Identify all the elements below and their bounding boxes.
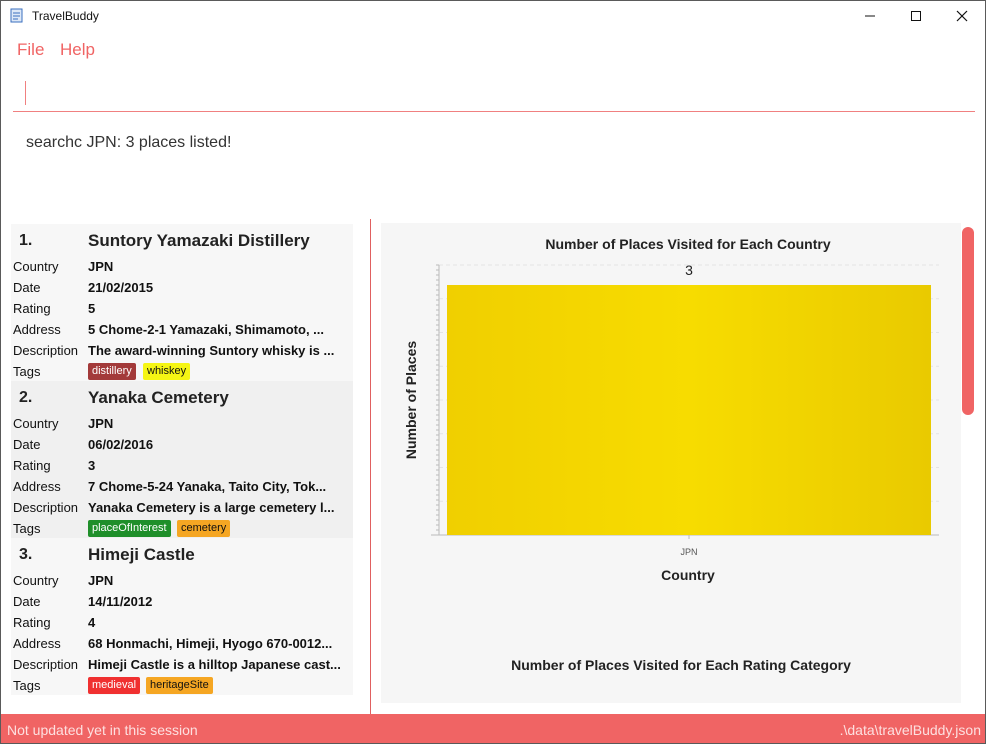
rating-label: Rating — [13, 615, 51, 630]
tag-heritage-site: heritageSite — [146, 677, 213, 694]
menu-file[interactable]: File — [17, 40, 44, 60]
rating-value: 3 — [88, 458, 96, 473]
date-value: 21/02/2015 — [88, 280, 154, 295]
chart-scrollbar[interactable] — [962, 227, 974, 415]
status-bar: Not updated yet in this session .\data\t… — [1, 714, 985, 743]
bar-data-label: 3 — [685, 262, 693, 278]
menu-bar: File Help — [1, 31, 985, 67]
tag-distillery: distillery — [88, 363, 136, 380]
date-value: 14/11/2012 — [88, 594, 153, 609]
chart-title: Number of Places Visited for Each Countr… — [545, 236, 830, 252]
close-button[interactable] — [939, 1, 985, 31]
country-bar-chart: Number of Places Visited for Each Countr… — [403, 236, 939, 673]
place-card[interactable]: 2. Yanaka Cemetery Country JPN Date 06/0… — [11, 381, 353, 538]
tag-medieval: medieval — [88, 677, 141, 694]
country-value: JPN — [88, 416, 114, 431]
country-value: JPN — [88, 573, 114, 588]
country-label: Country — [13, 416, 59, 431]
description-value: Himeji Castle is a hilltop Japanese cast… — [88, 657, 341, 672]
tag-whiskey: whiskey — [143, 363, 191, 380]
maximize-button[interactable] — [893, 1, 939, 31]
status-message: Not updated yet in this session — [7, 722, 198, 738]
rating-value: 4 — [88, 615, 96, 630]
app-icon — [10, 8, 23, 23]
place-index: 1. — [19, 232, 33, 249]
chart-panel: Number of Places Visited for Each Countr… — [381, 223, 961, 703]
date-value: 06/02/2016 — [88, 437, 154, 452]
rating-label: Rating — [13, 458, 51, 473]
rating-value: 5 — [88, 301, 96, 316]
minimize-button[interactable] — [847, 1, 893, 31]
description-value: Yanaka Cemetery is a large cemetery l... — [88, 500, 335, 515]
tags-label: Tags — [13, 364, 41, 379]
country-value: JPN — [88, 259, 114, 274]
place-name: Yanaka Cemetery — [88, 388, 229, 407]
bar-JPN[interactable] — [447, 285, 931, 535]
tag-place-of-interest: placeOfInterest — [88, 520, 171, 537]
command-input[interactable] — [13, 73, 975, 112]
address-label: Address — [13, 636, 61, 651]
address-value: 7 Chome-5-24 Yanaka, Taito City, Tok... — [88, 479, 327, 494]
result-message: searchc JPN: 3 places listed! — [26, 134, 232, 151]
text-caret — [25, 81, 26, 105]
place-card[interactable]: 1. Suntory Yamazaki Distillery Country J… — [11, 224, 353, 381]
close-icon — [956, 10, 968, 22]
country-label: Country — [13, 573, 59, 588]
address-label: Address — [13, 479, 61, 494]
place-card[interactable]: 3. Himeji Castle Country JPN Date 14/11/… — [11, 538, 353, 695]
tags-label: Tags — [13, 521, 41, 536]
save-location: .\data\travelBuddy.json — [839, 722, 981, 738]
country-label: Country — [13, 259, 59, 274]
description-label: Description — [13, 657, 79, 672]
address-value: 68 Honmachi, Himeji, Hyogo 670-0012... — [88, 636, 333, 651]
plot-area: 3 JPN — [431, 262, 939, 557]
date-label: Date — [13, 437, 41, 452]
window-title: TravelBuddy — [32, 9, 99, 23]
address-label: Address — [13, 322, 61, 337]
maximize-icon — [911, 11, 921, 21]
x-axis-label: Country — [661, 567, 715, 583]
place-name: Suntory Yamazaki Distillery — [88, 231, 310, 250]
place-list[interactable]: 1. Suntory Yamazaki Distillery Country J… — [11, 224, 353, 695]
place-index: 3. — [19, 546, 33, 563]
description-label: Description — [13, 343, 79, 358]
x-tick-label: JPN — [680, 547, 697, 557]
rating-chart-title: Number of Places Visited for Each Rating… — [511, 657, 851, 673]
minimize-icon — [865, 15, 875, 17]
description-value: The award-winning Suntory whisky is ... — [88, 343, 335, 358]
rating-label: Rating — [13, 301, 51, 316]
date-label: Date — [13, 280, 41, 295]
app-window: TravelBuddy File Help searchc JPN: 3 pla… — [0, 0, 986, 744]
address-value: 5 Chome-2-1 Yamazaki, Shimamoto, ... — [88, 322, 325, 337]
tags-label: Tags — [13, 678, 41, 693]
y-axis-label: Number of Places — [403, 341, 419, 459]
place-name: Himeji Castle — [88, 545, 195, 564]
panel-divider[interactable] — [370, 219, 371, 715]
description-label: Description — [13, 500, 79, 515]
place-index: 2. — [19, 389, 33, 406]
title-bar: TravelBuddy — [1, 1, 985, 31]
menu-help[interactable]: Help — [60, 40, 95, 60]
tag-cemetery: cemetery — [177, 520, 231, 537]
date-label: Date — [13, 594, 41, 609]
